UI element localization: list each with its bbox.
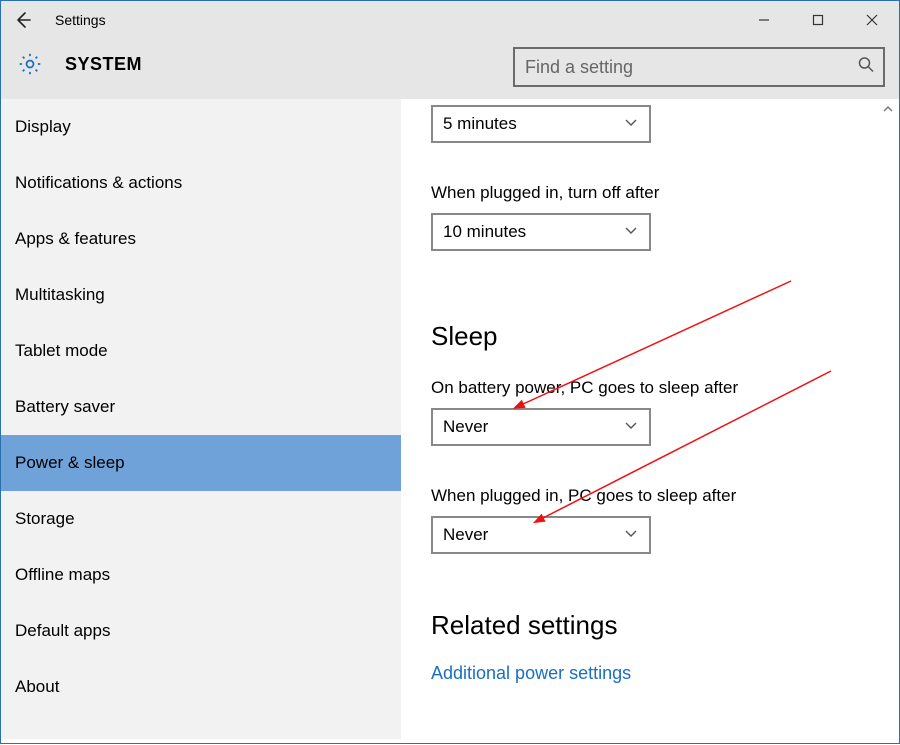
- related-heading: Related settings: [431, 610, 899, 641]
- sleep-heading: Sleep: [431, 321, 899, 352]
- chevron-down-icon: [623, 525, 639, 546]
- minimize-button[interactable]: [737, 1, 791, 39]
- chevron-down-icon: [623, 417, 639, 438]
- sidebar-item-multitasking[interactable]: Multitasking: [1, 267, 401, 323]
- sidebar-item-default-apps[interactable]: Default apps: [1, 603, 401, 659]
- window-title: Settings: [55, 12, 106, 28]
- sidebar-item-notifications-actions[interactable]: Notifications & actions: [1, 155, 401, 211]
- back-arrow-icon: [13, 10, 33, 30]
- sleep-battery-dropdown[interactable]: Never: [431, 408, 651, 446]
- dropdown-value: Never: [443, 417, 488, 437]
- sidebar-item-power-sleep[interactable]: Power & sleep: [1, 435, 401, 491]
- page-category: SYSTEM: [65, 54, 142, 75]
- close-icon: [866, 14, 878, 26]
- content-pane: 5 minutes When plugged in, turn off afte…: [401, 99, 899, 739]
- search-wrap: [513, 47, 885, 87]
- chevron-up-icon: [882, 103, 894, 115]
- sidebar-item-storage[interactable]: Storage: [1, 491, 401, 547]
- sidebar: DisplayNotifications & actionsApps & fea…: [1, 99, 401, 739]
- dropdown-value: 5 minutes: [443, 114, 517, 134]
- screen-off-plugged-label: When plugged in, turn off after: [431, 183, 899, 203]
- sidebar-item-offline-maps[interactable]: Offline maps: [1, 547, 401, 603]
- dropdown-value: Never: [443, 525, 488, 545]
- scroll-up-button[interactable]: [879, 99, 897, 119]
- header: SYSTEM: [1, 39, 899, 99]
- screen-off-battery-dropdown[interactable]: 5 minutes: [431, 105, 651, 143]
- window-controls: [737, 1, 899, 39]
- maximize-icon: [812, 14, 824, 26]
- sidebar-item-display[interactable]: Display: [1, 99, 401, 155]
- sleep-plugged-dropdown[interactable]: Never: [431, 516, 651, 554]
- minimize-icon: [758, 14, 770, 26]
- screen-off-plugged-dropdown[interactable]: 10 minutes: [431, 213, 651, 251]
- close-button[interactable]: [845, 1, 899, 39]
- title-bar: Settings: [1, 1, 899, 39]
- gear-icon: [15, 49, 45, 79]
- chevron-down-icon: [623, 222, 639, 243]
- additional-power-settings-link[interactable]: Additional power settings: [431, 663, 631, 684]
- sleep-plugged-label: When plugged in, PC goes to sleep after: [431, 486, 899, 506]
- sidebar-item-about[interactable]: About: [1, 659, 401, 715]
- search-input[interactable]: [513, 47, 885, 87]
- maximize-button[interactable]: [791, 1, 845, 39]
- sidebar-item-battery-saver[interactable]: Battery saver: [1, 379, 401, 435]
- dropdown-value: 10 minutes: [443, 222, 526, 242]
- chevron-down-icon: [623, 114, 639, 135]
- sidebar-item-apps-features[interactable]: Apps & features: [1, 211, 401, 267]
- sidebar-item-tablet-mode[interactable]: Tablet mode: [1, 323, 401, 379]
- sleep-battery-label: On battery power, PC goes to sleep after: [431, 378, 899, 398]
- back-button[interactable]: [1, 1, 45, 39]
